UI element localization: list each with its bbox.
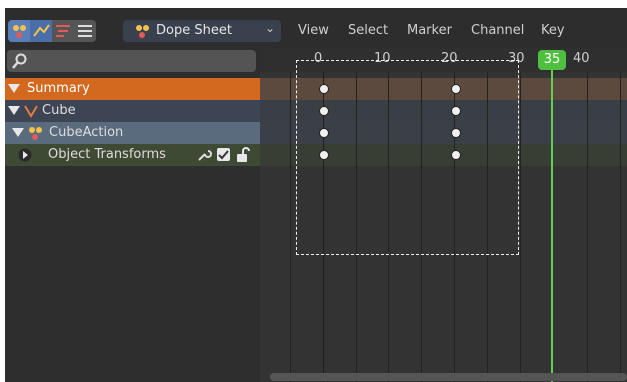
grid-line bbox=[520, 72, 521, 382]
expand-triangle-icon[interactable] bbox=[12, 128, 24, 137]
menu-view[interactable]: View bbox=[298, 23, 329, 38]
mode-list-button[interactable] bbox=[74, 20, 96, 42]
editor-header: Dope Sheet ⌄ View Select Marker Channel … bbox=[5, 8, 627, 48]
grid-line bbox=[587, 72, 588, 382]
box-select-rectangle bbox=[296, 60, 519, 255]
frame-label: 40 bbox=[573, 51, 590, 66]
horizontal-scrollbar[interactable] bbox=[270, 373, 627, 381]
grid-line bbox=[620, 72, 621, 382]
menu-channel[interactable]: Channel bbox=[471, 23, 524, 38]
unlock-icon[interactable] bbox=[235, 147, 251, 163]
checkbox-icon[interactable] bbox=[216, 147, 232, 163]
mode-nla-button[interactable] bbox=[52, 20, 74, 42]
list-icon bbox=[78, 25, 92, 37]
channel-row-summary[interactable]: Summary bbox=[5, 78, 260, 100]
chevron-down-icon: ⌄ bbox=[264, 21, 275, 35]
channel-search-input[interactable] bbox=[7, 50, 256, 72]
mesh-object-icon bbox=[24, 105, 38, 118]
cube-label: Cube bbox=[42, 103, 76, 118]
expand-triangle-icon[interactable] bbox=[8, 106, 20, 115]
drivers-icon bbox=[56, 25, 70, 37]
current-frame-indicator[interactable]: 35 bbox=[538, 50, 566, 70]
action-icon bbox=[29, 127, 42, 140]
mode-dope-sheet-button[interactable] bbox=[8, 20, 30, 42]
dope-sheet-icon bbox=[136, 25, 149, 38]
channel-row-cube[interactable]: Cube bbox=[5, 100, 260, 122]
playhead[interactable] bbox=[551, 70, 553, 382]
mode-graph-button[interactable] bbox=[30, 20, 52, 42]
wrench-icon[interactable] bbox=[196, 147, 212, 163]
dope-sheet-editor: Dope Sheet ⌄ View Select Marker Channel … bbox=[5, 8, 627, 382]
keyframe-area[interactable]: 0 10 20 30 40 35 bbox=[260, 48, 627, 382]
channel-row-cubeaction[interactable]: CubeAction bbox=[5, 122, 260, 144]
menu-select[interactable]: Select bbox=[348, 23, 388, 38]
editor-type-label: Dope Sheet bbox=[156, 23, 232, 38]
grid-line bbox=[290, 72, 291, 382]
menu-key[interactable]: Key bbox=[541, 23, 565, 38]
collapse-triangle-icon[interactable] bbox=[18, 148, 32, 162]
dope-sheet-icon bbox=[13, 25, 26, 38]
search-icon bbox=[12, 53, 27, 69]
graph-editor-icon bbox=[33, 24, 50, 37]
object-transforms-label: Object Transforms bbox=[48, 147, 166, 162]
cubeaction-label: CubeAction bbox=[49, 125, 124, 140]
channel-row-object-transforms[interactable]: Object Transforms bbox=[5, 144, 260, 166]
menu-marker[interactable]: Marker bbox=[407, 23, 452, 38]
expand-triangle-icon[interactable] bbox=[8, 84, 20, 93]
channel-list: Summary Cube CubeAction Object Transform… bbox=[5, 48, 260, 382]
editor-type-select[interactable]: Dope Sheet ⌄ bbox=[123, 20, 281, 42]
summary-label: Summary bbox=[27, 81, 90, 96]
